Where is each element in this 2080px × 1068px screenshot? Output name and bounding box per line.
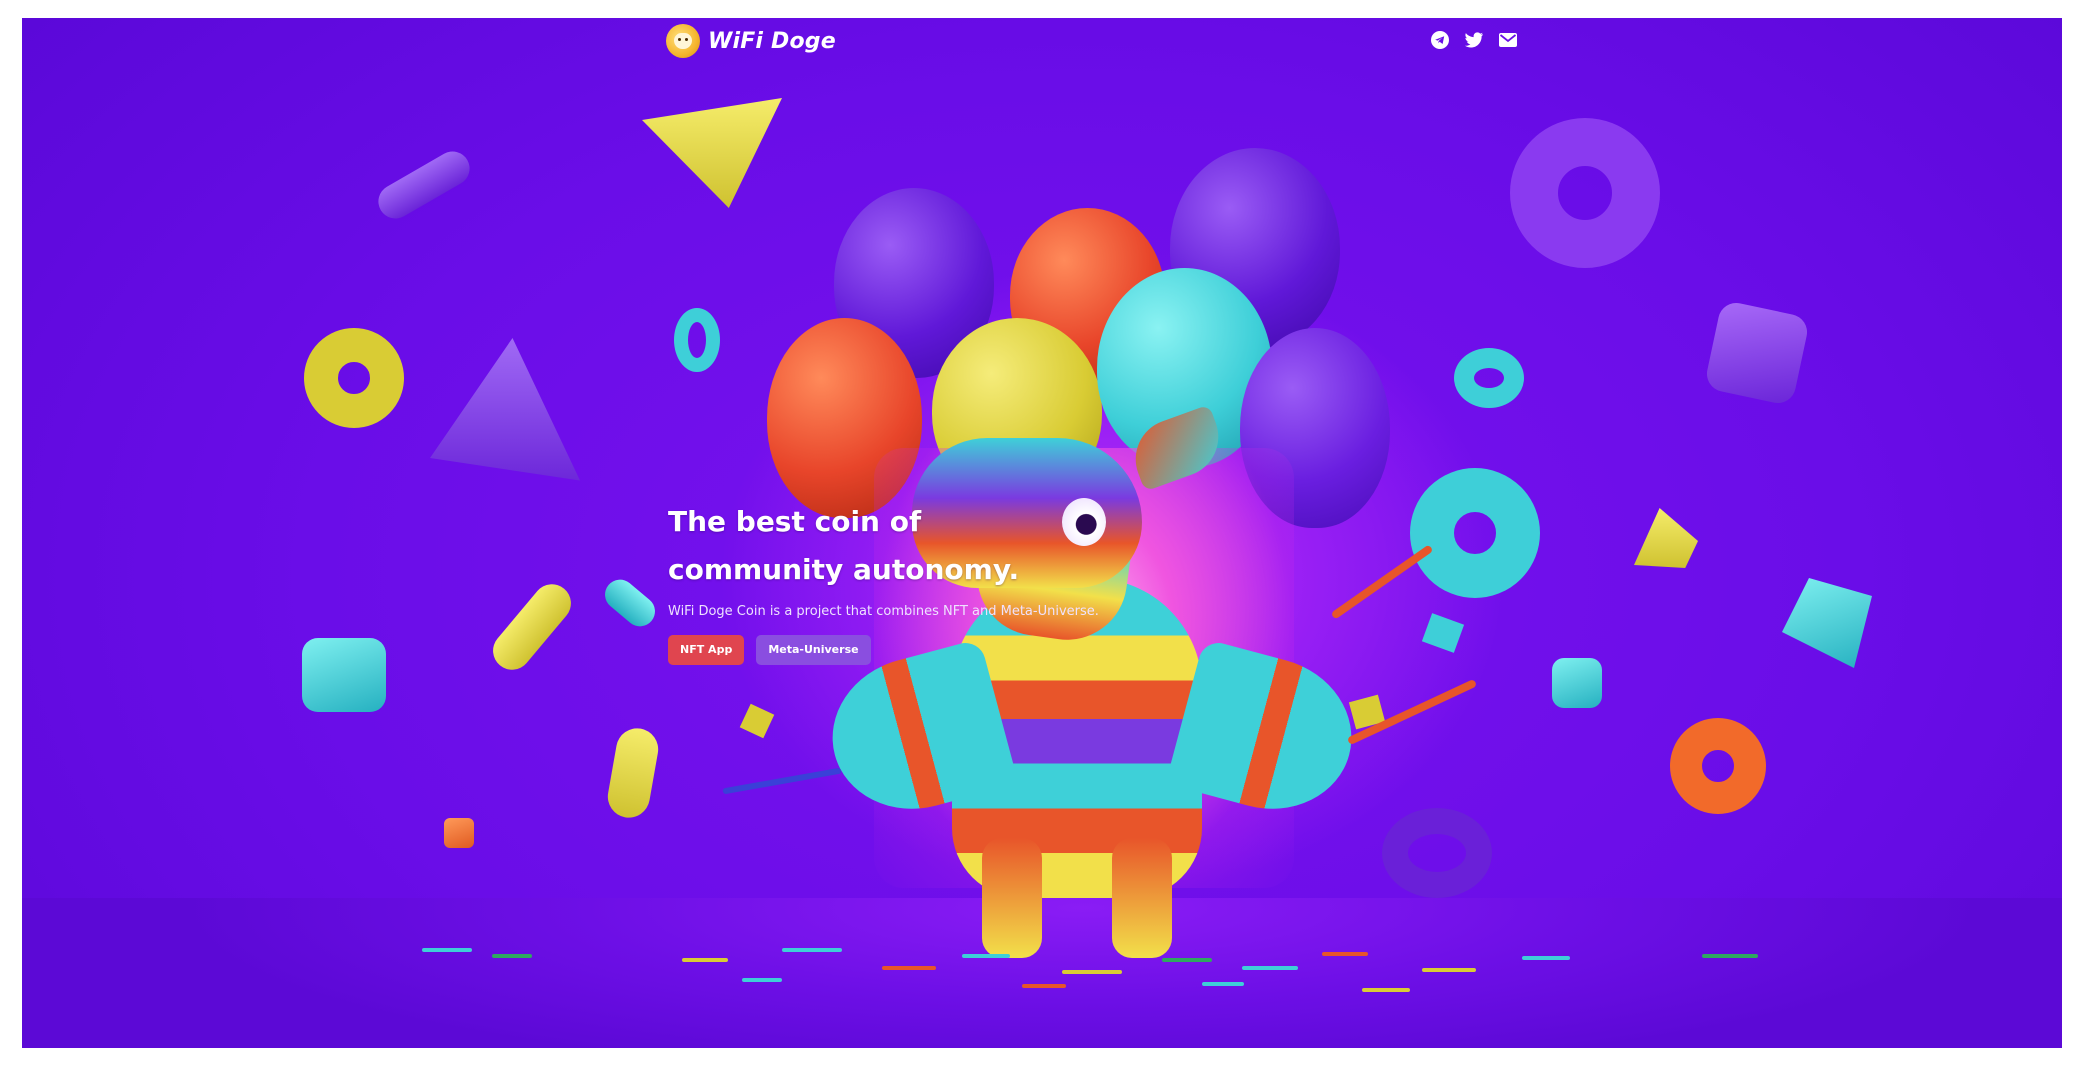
hero-canvas: WiFi Doge The best coin of community aut… <box>22 18 2062 1048</box>
floor-confetti <box>1062 970 1122 974</box>
floor <box>22 898 2062 1048</box>
floor-confetti <box>1362 988 1410 992</box>
social-links <box>1430 30 1518 50</box>
yellow-tall-capsule-shape <box>604 725 662 821</box>
floor-confetti <box>682 958 728 962</box>
floor-confetti <box>1162 958 1212 962</box>
telegram-icon[interactable] <box>1430 30 1450 50</box>
teal-large-ring-shape <box>1410 468 1540 598</box>
teal-ring-shape <box>1454 348 1524 408</box>
purple-large-ring-shape <box>1510 118 1660 268</box>
ribbon-streamer <box>1330 544 1434 620</box>
yellow-ring-shape <box>304 328 404 428</box>
hero-buttons: NFT App Meta-Universe <box>668 635 1228 665</box>
hero-title-line1: The best coin of <box>668 505 922 538</box>
purple-cube-shape <box>1703 299 1811 407</box>
orange-small-cube-shape <box>444 818 474 848</box>
teal-capsule-shape <box>598 573 662 633</box>
pinata-leg-right <box>1112 838 1172 958</box>
confetti-piece <box>739 703 775 739</box>
confetti-piece <box>1421 613 1465 653</box>
floor-confetti <box>1422 968 1476 972</box>
yellow-capsule-shape <box>485 576 579 678</box>
ribbon-streamer <box>722 767 842 795</box>
orange-ring-shape <box>1670 718 1766 814</box>
floor-confetti <box>1242 966 1298 970</box>
floor-confetti <box>1322 952 1368 956</box>
floor-confetti <box>962 954 1010 958</box>
floor-confetti <box>742 978 782 982</box>
floor-confetti <box>1022 984 1066 988</box>
teal-gem-shape <box>1782 578 1872 668</box>
purple-capsule-shape <box>372 145 476 225</box>
twitter-icon[interactable] <box>1464 30 1484 50</box>
hero-section: The best coin of community autonomy. WiF… <box>668 498 1228 665</box>
yellow-gem-shape <box>1634 508 1698 568</box>
floor-confetti <box>882 966 936 970</box>
teal-small-ring-shape <box>674 308 720 372</box>
purple-floor-ring-shape <box>1382 808 1492 898</box>
yellow-triangle-shape <box>642 98 782 208</box>
floor-confetti <box>1522 956 1570 960</box>
teal-cube-shape <box>302 638 386 712</box>
site-logo[interactable]: WiFi Doge <box>666 24 836 58</box>
floor-confetti <box>1202 982 1244 986</box>
floor-confetti <box>782 948 842 952</box>
meta-universe-button[interactable]: Meta-Universe <box>756 635 871 665</box>
pinata-leg-left <box>982 838 1042 958</box>
teal-small-cube-shape <box>1552 658 1602 708</box>
nft-app-button[interactable]: NFT App <box>668 635 745 665</box>
doge-coin-logo-icon <box>666 24 700 58</box>
hero-subtitle: WiFi Doge Coin is a project that combine… <box>668 604 1099 619</box>
email-icon[interactable] <box>1498 30 1518 50</box>
purple-triangle-shape <box>430 338 580 481</box>
floor-confetti <box>492 954 532 958</box>
floor-confetti <box>1702 954 1758 958</box>
floor-confetti <box>422 948 472 952</box>
hero-title: The best coin of community autonomy. <box>668 498 1228 594</box>
hero-title-line2: community autonomy. <box>668 553 1020 586</box>
logo-text: WiFi Doge <box>708 28 836 54</box>
